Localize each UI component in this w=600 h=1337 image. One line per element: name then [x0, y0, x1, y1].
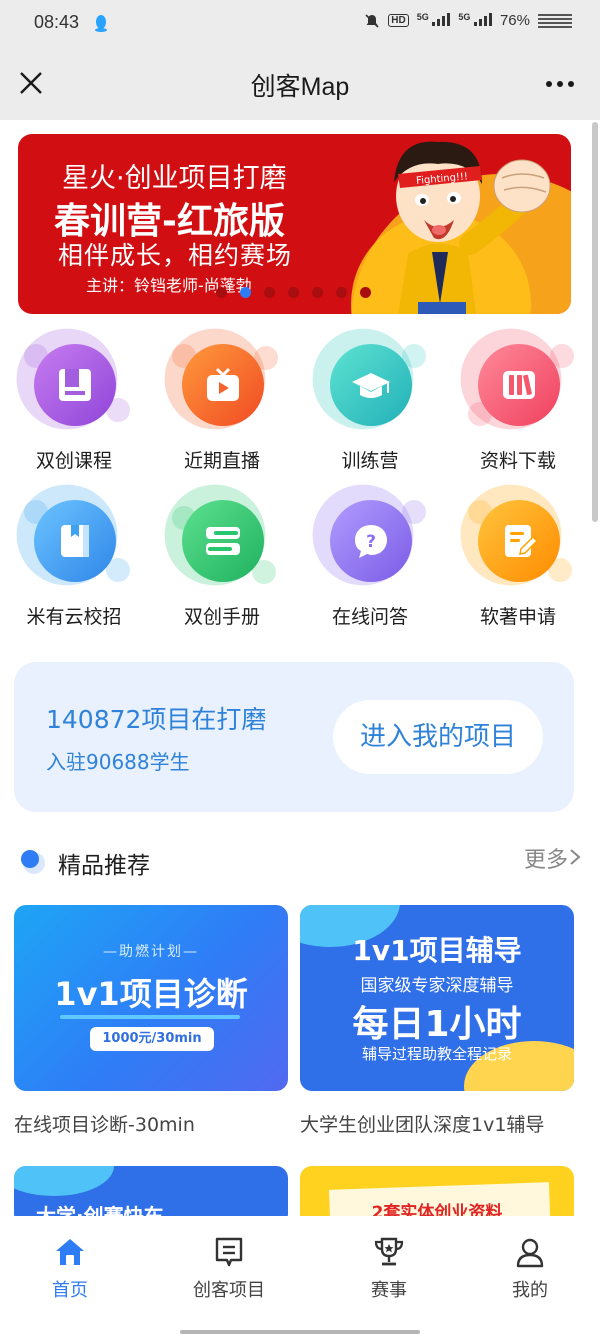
card-project-diagnosis[interactable]: —助燃计划— 1v1项目诊断 1000元/30min: [14, 905, 288, 1091]
signal-1: 5G: [417, 12, 451, 29]
card-subtitle: —助燃计划—: [103, 944, 199, 960]
tab-home[interactable]: 首页: [10, 1236, 130, 1316]
carousel-dot[interactable]: [312, 287, 323, 298]
banner-line-3: 相伴成长，相约赛场: [58, 241, 293, 270]
grid-item-downloads[interactable]: 资料下载: [444, 328, 592, 476]
home-indicator[interactable]: [180, 1330, 420, 1334]
banner-line-1: 星火·创业项目打磨: [62, 163, 287, 194]
signal-bars-icon: [432, 12, 451, 26]
grid-item-software-copyright[interactable]: 软著申请: [444, 484, 592, 632]
promo-banner[interactable]: 星火·创业项目打磨 春训营-红旅版 相伴成长，相约赛场 主讲：铃铛老师-尚蓬勃 …: [18, 134, 571, 314]
card-headline: 1v1项目辅导: [352, 934, 522, 967]
graduation-cap-icon: [352, 373, 390, 398]
grid-label: 双创手册: [183, 606, 260, 628]
carousel-dot-active[interactable]: [240, 287, 251, 298]
carousel-dot[interactable]: [360, 287, 371, 298]
chevron-right-icon[interactable]: [568, 848, 582, 866]
students-count: 入驻90688学生: [46, 750, 190, 774]
scrollbar[interactable]: [592, 122, 598, 522]
grid-label: 近期直播: [183, 450, 260, 472]
section-header: 精品推荐 更多: [0, 836, 600, 886]
page-title: 创客Map: [250, 73, 350, 101]
section-marker-icon: [21, 850, 45, 874]
notebook-icon: [61, 525, 89, 557]
grid-label: 训练营: [341, 450, 399, 472]
tab-label: 创客项目: [193, 1280, 265, 1301]
tv-icon: [207, 367, 239, 401]
svg-text:?: ?: [366, 532, 376, 552]
carousel-dot[interactable]: [336, 287, 347, 298]
grid-label: 双创课程: [35, 450, 112, 472]
user-icon: [516, 1238, 544, 1268]
tab-mine[interactable]: 我的: [470, 1236, 590, 1316]
grid-item-bootcamp[interactable]: 训练营: [296, 328, 444, 476]
project-stats-card: 140872项目在打磨 入驻90688学生 进入我的项目: [14, 662, 574, 812]
card-caption[interactable]: 大学生创业团队深度1v1辅导: [300, 1110, 544, 1137]
question-bubble-icon: ?: [355, 525, 387, 558]
grid-item-handbook[interactable]: 双创手册: [148, 484, 296, 632]
status-indicators: HD 5G 5G 76%: [364, 12, 572, 29]
grid-label: 在线问答: [331, 606, 408, 628]
card-headline: 1v1项目诊断: [54, 975, 248, 1013]
tab-maker-projects[interactable]: 创客项目: [169, 1236, 289, 1316]
grid-item-courses[interactable]: 双创课程: [0, 328, 148, 476]
home-icon: [56, 1239, 84, 1265]
trophy-icon: [374, 1237, 404, 1266]
card-headline-2: 每日1小时: [352, 1004, 522, 1045]
tab-label: 我的: [512, 1280, 548, 1301]
edit-document-icon: [505, 525, 539, 557]
mute-bell-icon: [365, 13, 379, 28]
card-caption[interactable]: 在线项目诊断-30min: [14, 1110, 195, 1137]
qq-penguin-icon: [95, 15, 107, 32]
carousel-dot[interactable]: [264, 287, 275, 298]
card-underline: [60, 1015, 240, 1019]
carousel-dot[interactable]: [216, 287, 227, 298]
section-title: 精品推荐: [58, 853, 150, 879]
grid-label: 米有云校招: [26, 606, 122, 628]
tab-label: 赛事: [371, 1280, 407, 1301]
grid-item-campus-recruit[interactable]: 米有云校招: [0, 484, 148, 632]
signal-bars-icon: [473, 12, 492, 26]
status-bar: 08:43 HD 5G 5G 76%: [0, 0, 600, 48]
enter-my-project-button[interactable]: 进入我的项目: [333, 700, 543, 774]
project-list-icon: [215, 1237, 243, 1267]
card-team-coaching[interactable]: 1v1项目辅导 国家级专家深度辅导 每日1小时 辅导过程助教全程记录: [300, 905, 574, 1091]
book-icon: [59, 369, 91, 401]
status-time: 08:43: [34, 12, 80, 32]
battery-icon: [538, 13, 572, 28]
handbook-icon: [206, 527, 240, 555]
carousel-dot[interactable]: [288, 287, 299, 298]
card-footnote: 辅导过程助教全程记录: [361, 1045, 512, 1063]
battery-percent: 76%: [499, 12, 530, 29]
signal-2: 5G: [458, 12, 492, 29]
app-screen: 08:43 HD 5G 5G 76% 创客Map 星火·创业项目打磨 春训营-红…: [0, 0, 600, 1337]
card-price-pill: 1000元/30min: [90, 1027, 214, 1051]
mascot-illustration: Fighting!!!: [394, 141, 551, 314]
more-menu-icon[interactable]: [546, 81, 574, 87]
tab-contests[interactable]: 赛事: [329, 1236, 449, 1316]
tab-label: 首页: [52, 1280, 88, 1301]
grid-label: 资料下载: [479, 450, 556, 472]
books-icon: [503, 371, 535, 399]
card-subtitle: 国家级专家深度辅导: [360, 976, 514, 996]
grid-item-live[interactable]: 近期直播: [148, 328, 296, 476]
carousel-indicator: [216, 287, 371, 298]
card-decoration: [14, 1166, 114, 1196]
nav-bar: 创客Map: [0, 48, 600, 120]
grid-label: 软著申请: [479, 606, 556, 628]
projects-count: 140872项目在打磨: [46, 705, 267, 734]
hd-badge: HD: [388, 14, 409, 27]
more-link[interactable]: 更多: [524, 842, 568, 874]
bottom-tab-bar: 首页 创客项目 赛事 我的: [0, 1216, 600, 1337]
grid-item-qa[interactable]: ? 在线问答: [296, 484, 444, 632]
